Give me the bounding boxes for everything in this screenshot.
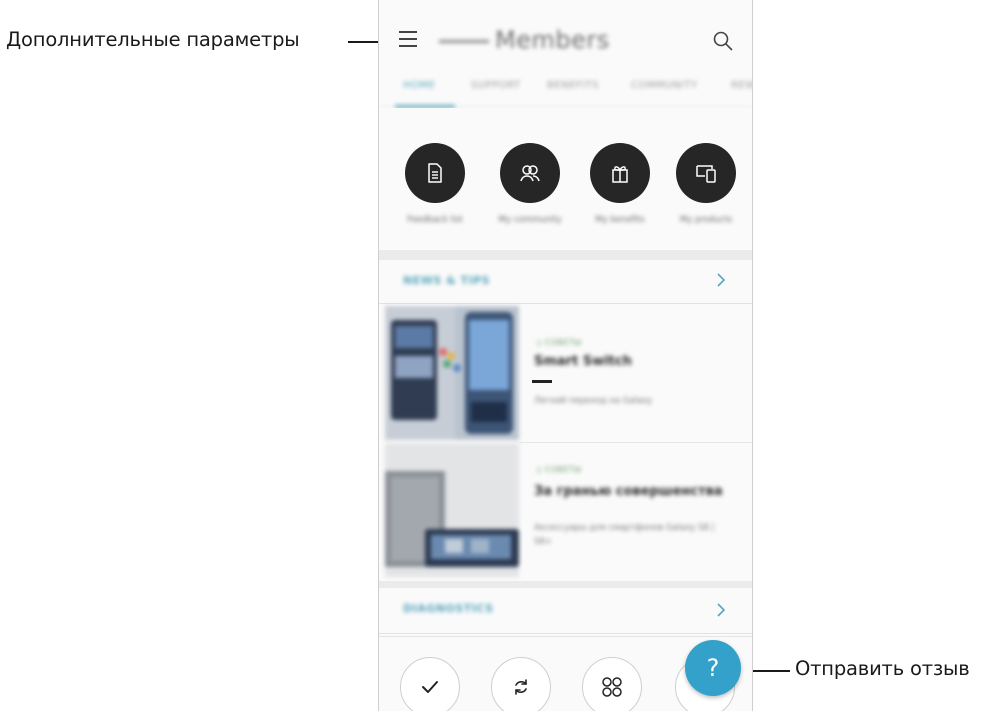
news-card-thumbnail — [385, 306, 519, 440]
chevron-right-icon[interactable] — [714, 271, 728, 289]
more-options-callout-label: Дополнительные параметры — [6, 28, 300, 51]
news-card-description: Аксессуары для смартфонов Galaxy S8 | S8… — [534, 523, 715, 547]
quick-action-my-community[interactable]: My community — [490, 143, 570, 225]
tab-support[interactable]: SUPPORT — [471, 80, 520, 91]
app-title: Members — [439, 26, 610, 54]
section-separator — [379, 250, 752, 260]
news-card-tag: ▯ СОВЕТЫ — [537, 465, 582, 474]
people-icon — [520, 165, 540, 182]
tab-bar: HOME SUPPORT BENEFITS COMMUNITY REWARDS — [379, 72, 752, 108]
quick-action-feedback-list[interactable]: Feedback list — [395, 143, 475, 225]
news-card-tag: ▯ СОВЕТЫ — [537, 338, 582, 347]
hamburger-menu-icon[interactable] — [399, 31, 421, 49]
check-icon — [422, 681, 438, 693]
phone-screen: Members HOME SUPPORT BENEFITS COMMUNITY … — [378, 0, 753, 711]
refresh-icon — [515, 679, 527, 695]
chevron-right-icon[interactable] — [714, 601, 728, 619]
help-icon: ? — [706, 654, 720, 682]
quick-actions: Feedback list My community My benefits M… — [379, 108, 752, 250]
gift-icon — [612, 166, 628, 183]
news-card-divider-mark — [532, 380, 552, 383]
tab-benefits[interactable]: BENEFITS — [547, 80, 599, 91]
check-button[interactable] — [400, 657, 460, 711]
news-card-title: Smart Switch — [534, 354, 632, 369]
diagnostics-title: DIAGNOSTICS — [403, 602, 494, 615]
apps-grid-button[interactable] — [582, 657, 642, 711]
devices-icon — [696, 165, 716, 183]
news-card-description: Легкий переход на Galaxy — [534, 396, 653, 406]
quick-action-my-products[interactable]: My products — [666, 143, 746, 225]
tab-rewards[interactable]: REWARDS — [731, 80, 752, 91]
tab-community[interactable]: COMMUNITY — [631, 80, 698, 91]
send-feedback-callout-label: Отправить отзыв — [795, 657, 970, 680]
quick-action-my-benefits[interactable]: My benefits — [580, 143, 660, 225]
document-list-icon — [428, 163, 442, 183]
quick-action-label: My community — [498, 215, 562, 225]
news-card-smart-switch[interactable]: ▯ СОВЕТЫ Smart Switch Легкий переход на … — [379, 304, 752, 442]
quick-action-label: Feedback list — [407, 215, 463, 225]
news-tips-title: NEWS & TIPS — [403, 274, 491, 287]
diagnostics-header[interactable]: DIAGNOSTICS — [379, 588, 752, 634]
app-bar: Members — [379, 0, 752, 80]
tab-home[interactable]: HOME — [403, 80, 435, 91]
news-card-thumbnail — [385, 443, 519, 577]
search-icon[interactable] — [712, 30, 734, 52]
section-separator — [379, 581, 752, 588]
news-card-accessories[interactable]: ▯ СОВЕТЫ За гранью совершенства Аксессуа… — [379, 443, 752, 581]
news-card-title: За гранью совершенства — [534, 484, 723, 499]
send-feedback-button[interactable]: ? — [685, 640, 741, 696]
quick-action-label: My benefits — [595, 215, 645, 225]
refresh-button[interactable] — [491, 657, 551, 711]
apps-grid-icon — [602, 677, 622, 697]
news-tips-header[interactable]: NEWS & TIPS — [379, 260, 752, 304]
quick-action-label: My products — [679, 215, 733, 225]
